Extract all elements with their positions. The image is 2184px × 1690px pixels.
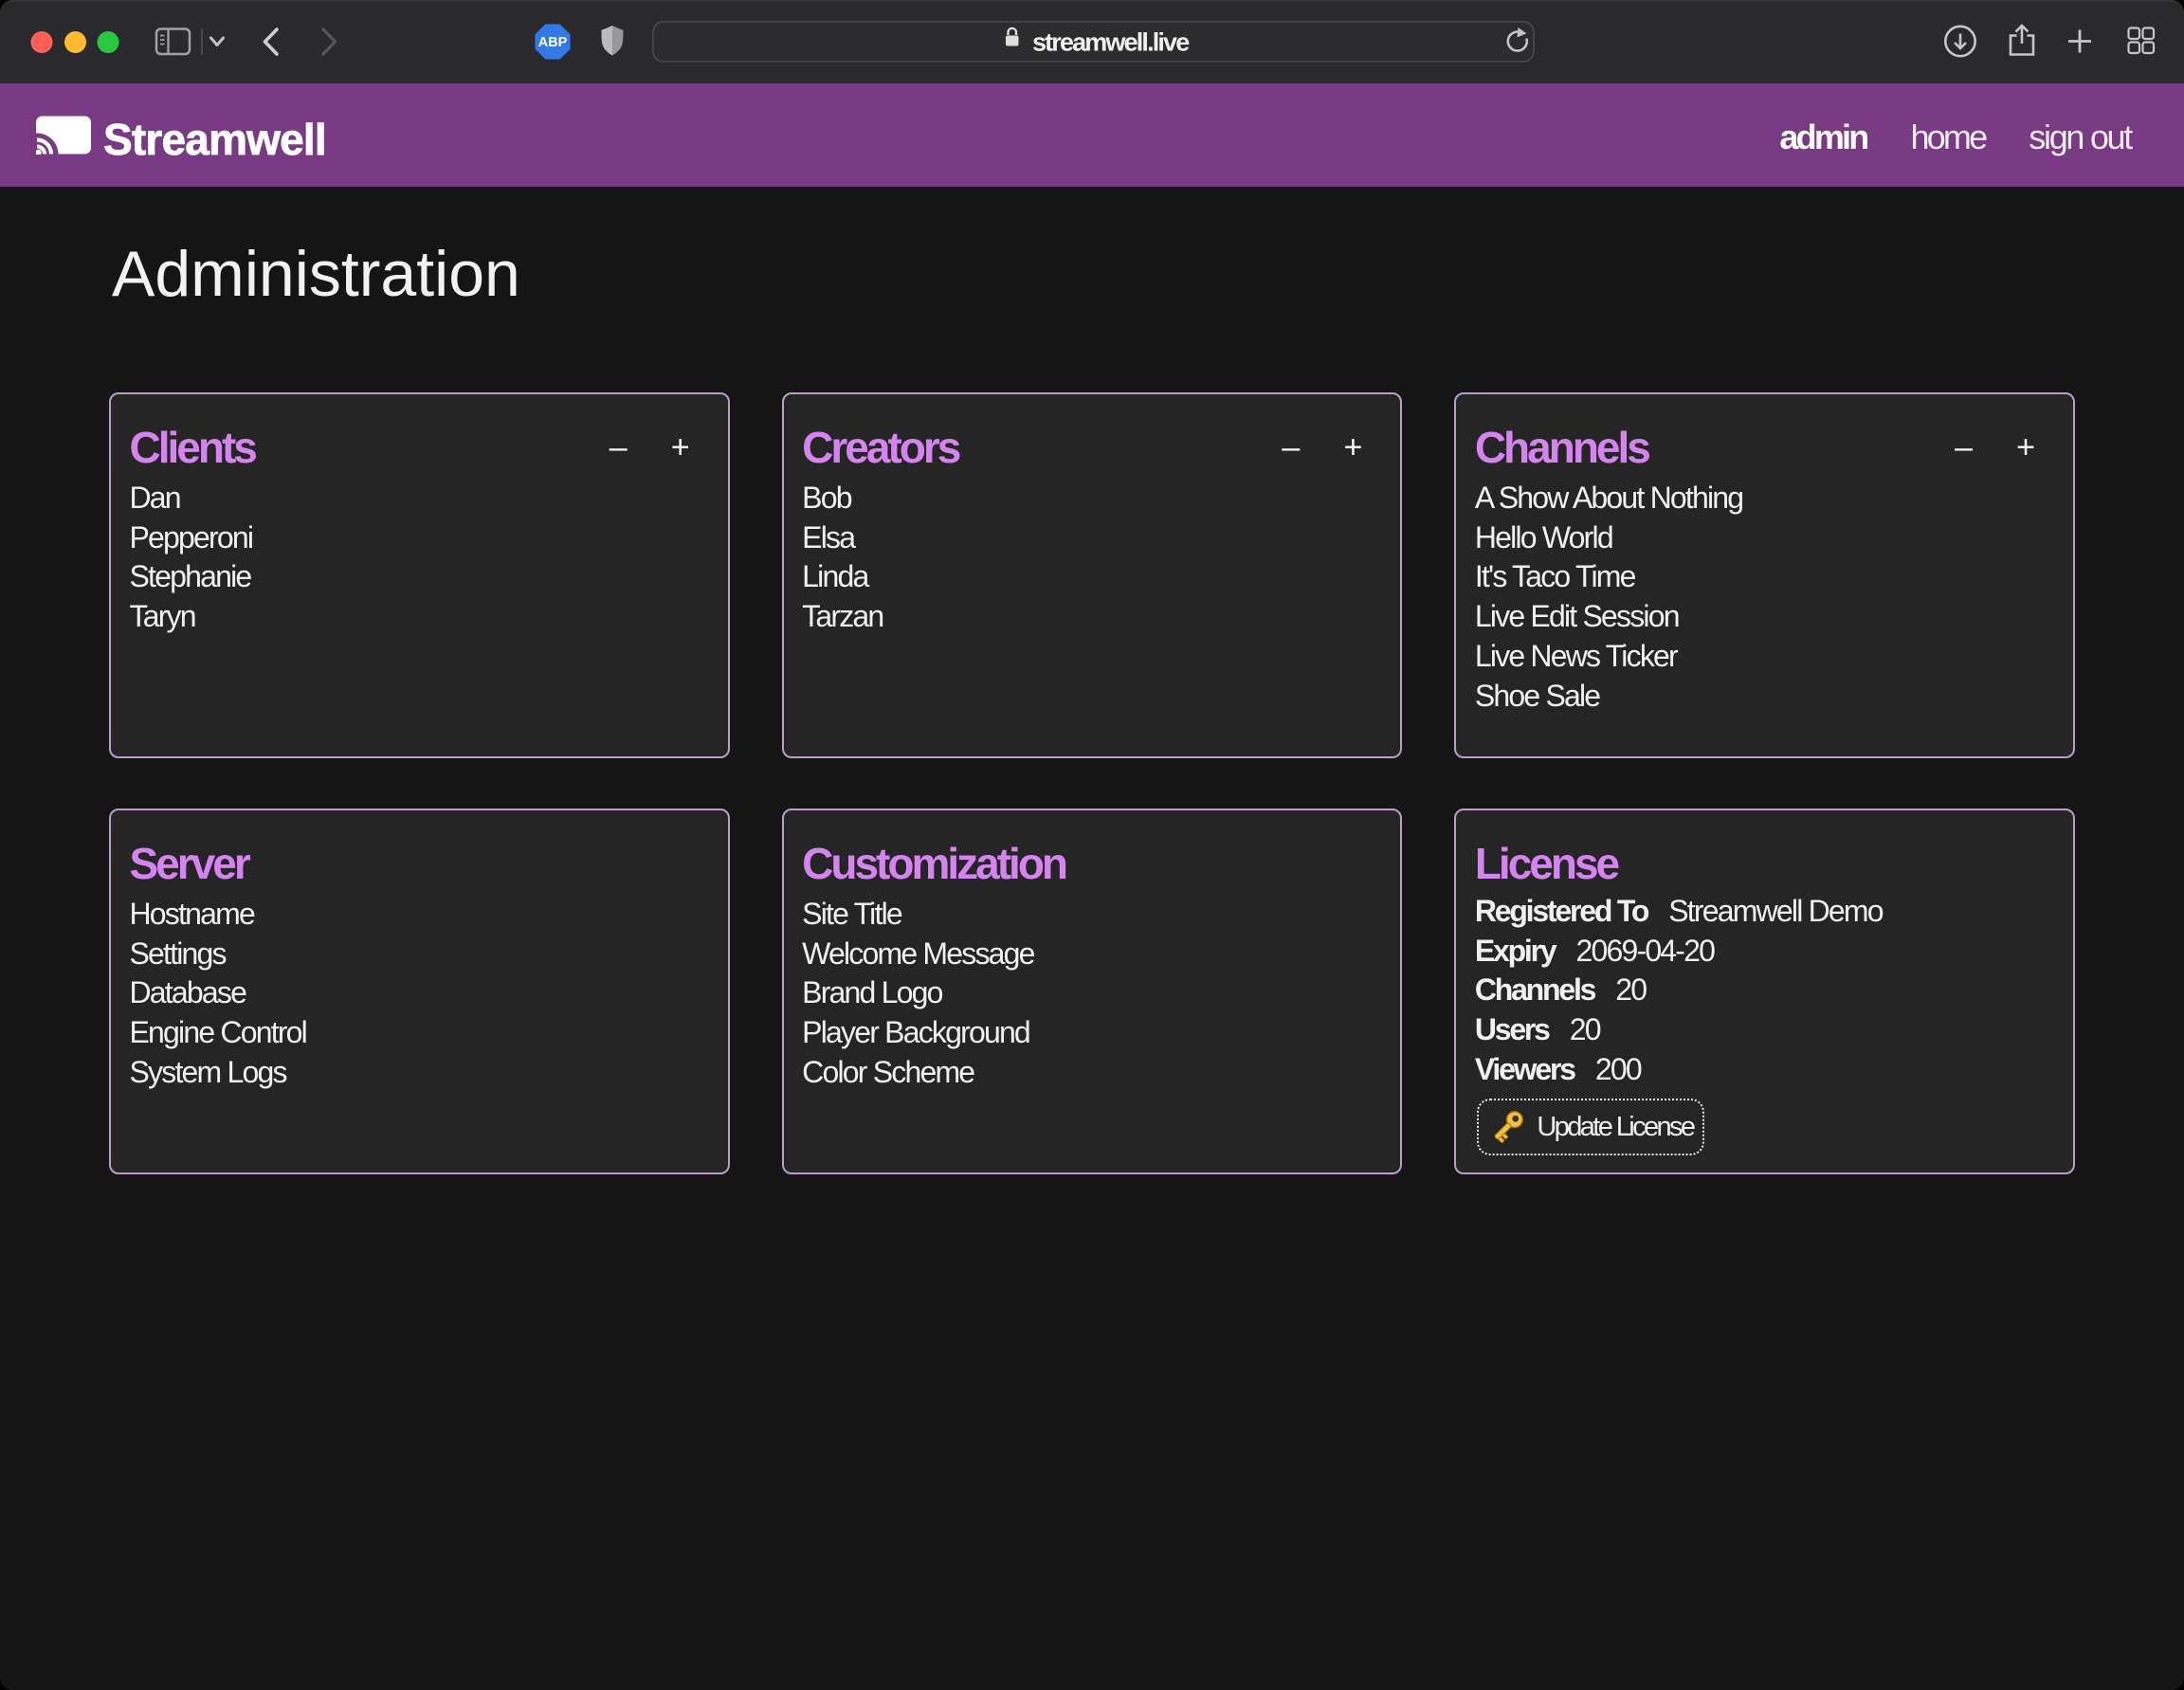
svg-text:ABP: ABP bbox=[538, 35, 568, 50]
svg-text:streamwell.live: streamwell.live bbox=[1032, 28, 1190, 57]
